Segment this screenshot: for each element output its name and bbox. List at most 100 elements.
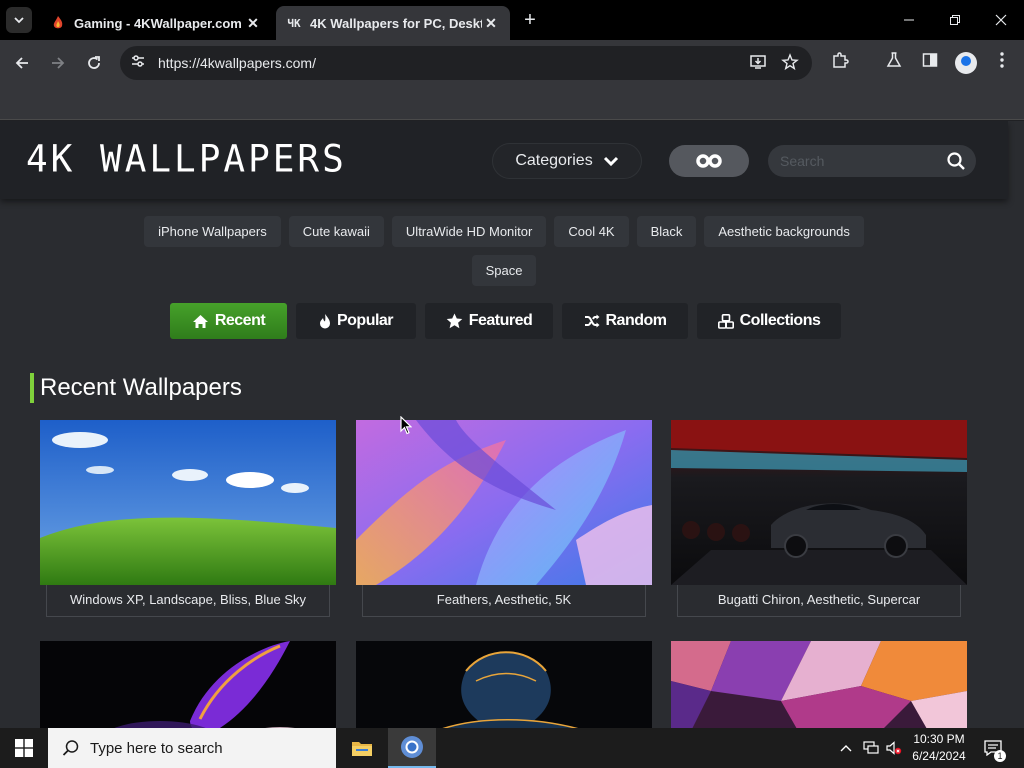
notifications-button[interactable]: 1	[980, 728, 1006, 768]
bookmarks-bar	[0, 86, 1024, 120]
fire-icon	[319, 314, 330, 329]
wallpaper-thumbnail-panther[interactable]	[356, 641, 652, 728]
arrow-right-icon	[52, 57, 65, 69]
labs-flask-icon[interactable]	[882, 51, 906, 75]
forward-button[interactable]	[44, 49, 72, 77]
network-button[interactable]	[860, 728, 882, 768]
wallpaper-thumbnail-bugatti[interactable]	[671, 420, 967, 585]
search-input[interactable]	[780, 151, 940, 171]
show-hidden-icons-button[interactable]	[836, 728, 856, 768]
address-bar[interactable]: https://4kwallpapers.com/	[120, 46, 812, 80]
tag-link[interactable]: Aesthetic backgrounds	[704, 216, 864, 247]
wallpaper-caption[interactable]: Windows XP, Landscape, Bliss, Blue Sky	[46, 585, 330, 617]
tag-link[interactable]: iPhone Wallpapers	[144, 216, 281, 247]
home-icon	[192, 314, 208, 328]
start-button[interactable]	[0, 728, 48, 768]
side-panel-icon[interactable]	[918, 51, 942, 75]
wallpaper-thumbnail-bliss[interactable]	[40, 420, 336, 585]
filter-label: Collections	[739, 312, 821, 329]
minimize-icon	[904, 19, 914, 21]
filter-label: Featured	[468, 312, 533, 329]
menu-kebab-icon[interactable]	[990, 51, 1014, 75]
site-logo[interactable]: 4K WALLPAPERS	[26, 138, 347, 181]
tag-link[interactable]: UltraWide HD Monitor	[391, 216, 547, 247]
install-app-icon[interactable]	[748, 53, 768, 73]
reload-button[interactable]	[80, 49, 108, 77]
infinite-scroll-button[interactable]	[669, 145, 749, 177]
extensions-icon[interactable]	[828, 51, 852, 75]
filter-collections[interactable]: Collections	[697, 303, 841, 339]
tab-search-button[interactable]	[6, 7, 32, 33]
tag-link[interactable]: Cool 4K	[554, 216, 629, 247]
chevron-down-icon	[14, 17, 24, 24]
filter-popular[interactable]: Popular	[296, 303, 416, 339]
filter-label: Recent	[214, 312, 266, 329]
categories-label: Categories	[515, 152, 593, 169]
star-icon	[446, 313, 463, 329]
file-explorer-button[interactable]	[338, 728, 386, 768]
tab-4kwallpapers[interactable]: ЧК 4K Wallpapers for PC, Desktop ✕	[276, 6, 510, 40]
shuffle-icon	[584, 314, 599, 328]
filter-label: Popular	[336, 312, 394, 329]
site-header: 4K WALLPAPERS Categories	[0, 121, 1008, 199]
restore-button[interactable]	[932, 0, 978, 40]
search-icon[interactable]	[946, 151, 966, 171]
filter-recent[interactable]: Recent	[170, 303, 287, 339]
tag-link[interactable]: Black	[636, 216, 697, 247]
close-icon	[995, 14, 1007, 26]
cubes-icon	[717, 313, 734, 329]
close-icon[interactable]: ✕	[244, 15, 262, 32]
categories-dropdown[interactable]: Categories	[492, 143, 642, 179]
close-window-button[interactable]	[978, 0, 1024, 40]
tag-link[interactable]: Space	[471, 255, 537, 286]
chrome-icon	[401, 736, 423, 758]
chevron-up-icon	[840, 745, 852, 752]
back-button[interactable]	[8, 49, 36, 77]
filter-featured[interactable]: Featured	[425, 303, 553, 339]
tag-links: iPhone Wallpapers Cute kawaii UltraWide …	[0, 216, 1008, 294]
infinity-icon	[696, 154, 722, 168]
close-icon[interactable]: ✕	[482, 15, 500, 32]
folder-icon	[352, 742, 372, 756]
new-tab-button[interactable]: +	[518, 8, 542, 32]
wallpaper-caption[interactable]: Feathers, Aesthetic, 5K	[362, 585, 646, 617]
site-search	[768, 145, 976, 177]
restore-icon	[950, 15, 960, 25]
section-title: Recent Wallpapers	[30, 373, 242, 403]
browser-titlebar: Gaming - 4KWallpaper.com ✕ ЧК 4K Wallpap…	[0, 0, 1024, 40]
notification-count-badge: 1	[994, 750, 1006, 762]
url-text[interactable]: https://4kwallpapers.com/	[158, 55, 316, 71]
mouse-cursor-icon	[400, 416, 412, 435]
tab-title: Gaming - 4KWallpaper.com	[74, 15, 242, 31]
wallpaper-caption[interactable]: Bugatti Chiron, Aesthetic, Supercar	[677, 585, 961, 617]
volume-button[interactable]	[883, 728, 905, 768]
taskbar: Type here to search 10:30 PM 6/24/2024 1	[0, 728, 1024, 768]
system-clock[interactable]: 10:30 PM 6/24/2024	[905, 731, 973, 765]
bookmark-star-icon[interactable]	[780, 53, 800, 73]
wallpaper-thumbnail-feathers[interactable]	[356, 420, 652, 585]
browser-toolbar: https://4kwallpapers.com/	[0, 40, 1024, 86]
search-icon	[62, 740, 79, 756]
tag-link[interactable]: Cute kawaii	[288, 216, 384, 247]
taskbar-search-text: Type here to search	[90, 739, 223, 757]
clock-time: 10:30 PM	[913, 732, 965, 746]
wallpaper-thumbnail-crystals[interactable]	[671, 641, 967, 728]
chrome-taskbar-button[interactable]	[388, 728, 436, 768]
minimize-button[interactable]	[886, 0, 932, 40]
profile-avatar[interactable]	[955, 52, 977, 74]
taskbar-search[interactable]: Type here to search	[48, 728, 336, 768]
volume-muted-icon	[886, 741, 902, 755]
reload-icon	[88, 56, 100, 69]
site-info-icon[interactable]	[128, 53, 148, 73]
4kwallpapers-favicon-icon: ЧК	[287, 16, 301, 30]
tab-title: 4K Wallpapers for PC, Desktop	[310, 15, 482, 31]
filter-random[interactable]: Random	[562, 303, 688, 339]
windows-logo-icon	[15, 739, 33, 757]
network-icon	[863, 741, 879, 754]
page-scrollbar[interactable]	[1008, 209, 1024, 728]
arrow-left-icon	[15, 57, 28, 69]
tab-gaming[interactable]: Gaming - 4KWallpaper.com ✕	[40, 6, 272, 40]
clock-date: 6/24/2024	[912, 749, 966, 763]
filter-label: Random	[605, 312, 668, 329]
wallpaper-thumbnail-neon-curves[interactable]	[40, 641, 336, 728]
